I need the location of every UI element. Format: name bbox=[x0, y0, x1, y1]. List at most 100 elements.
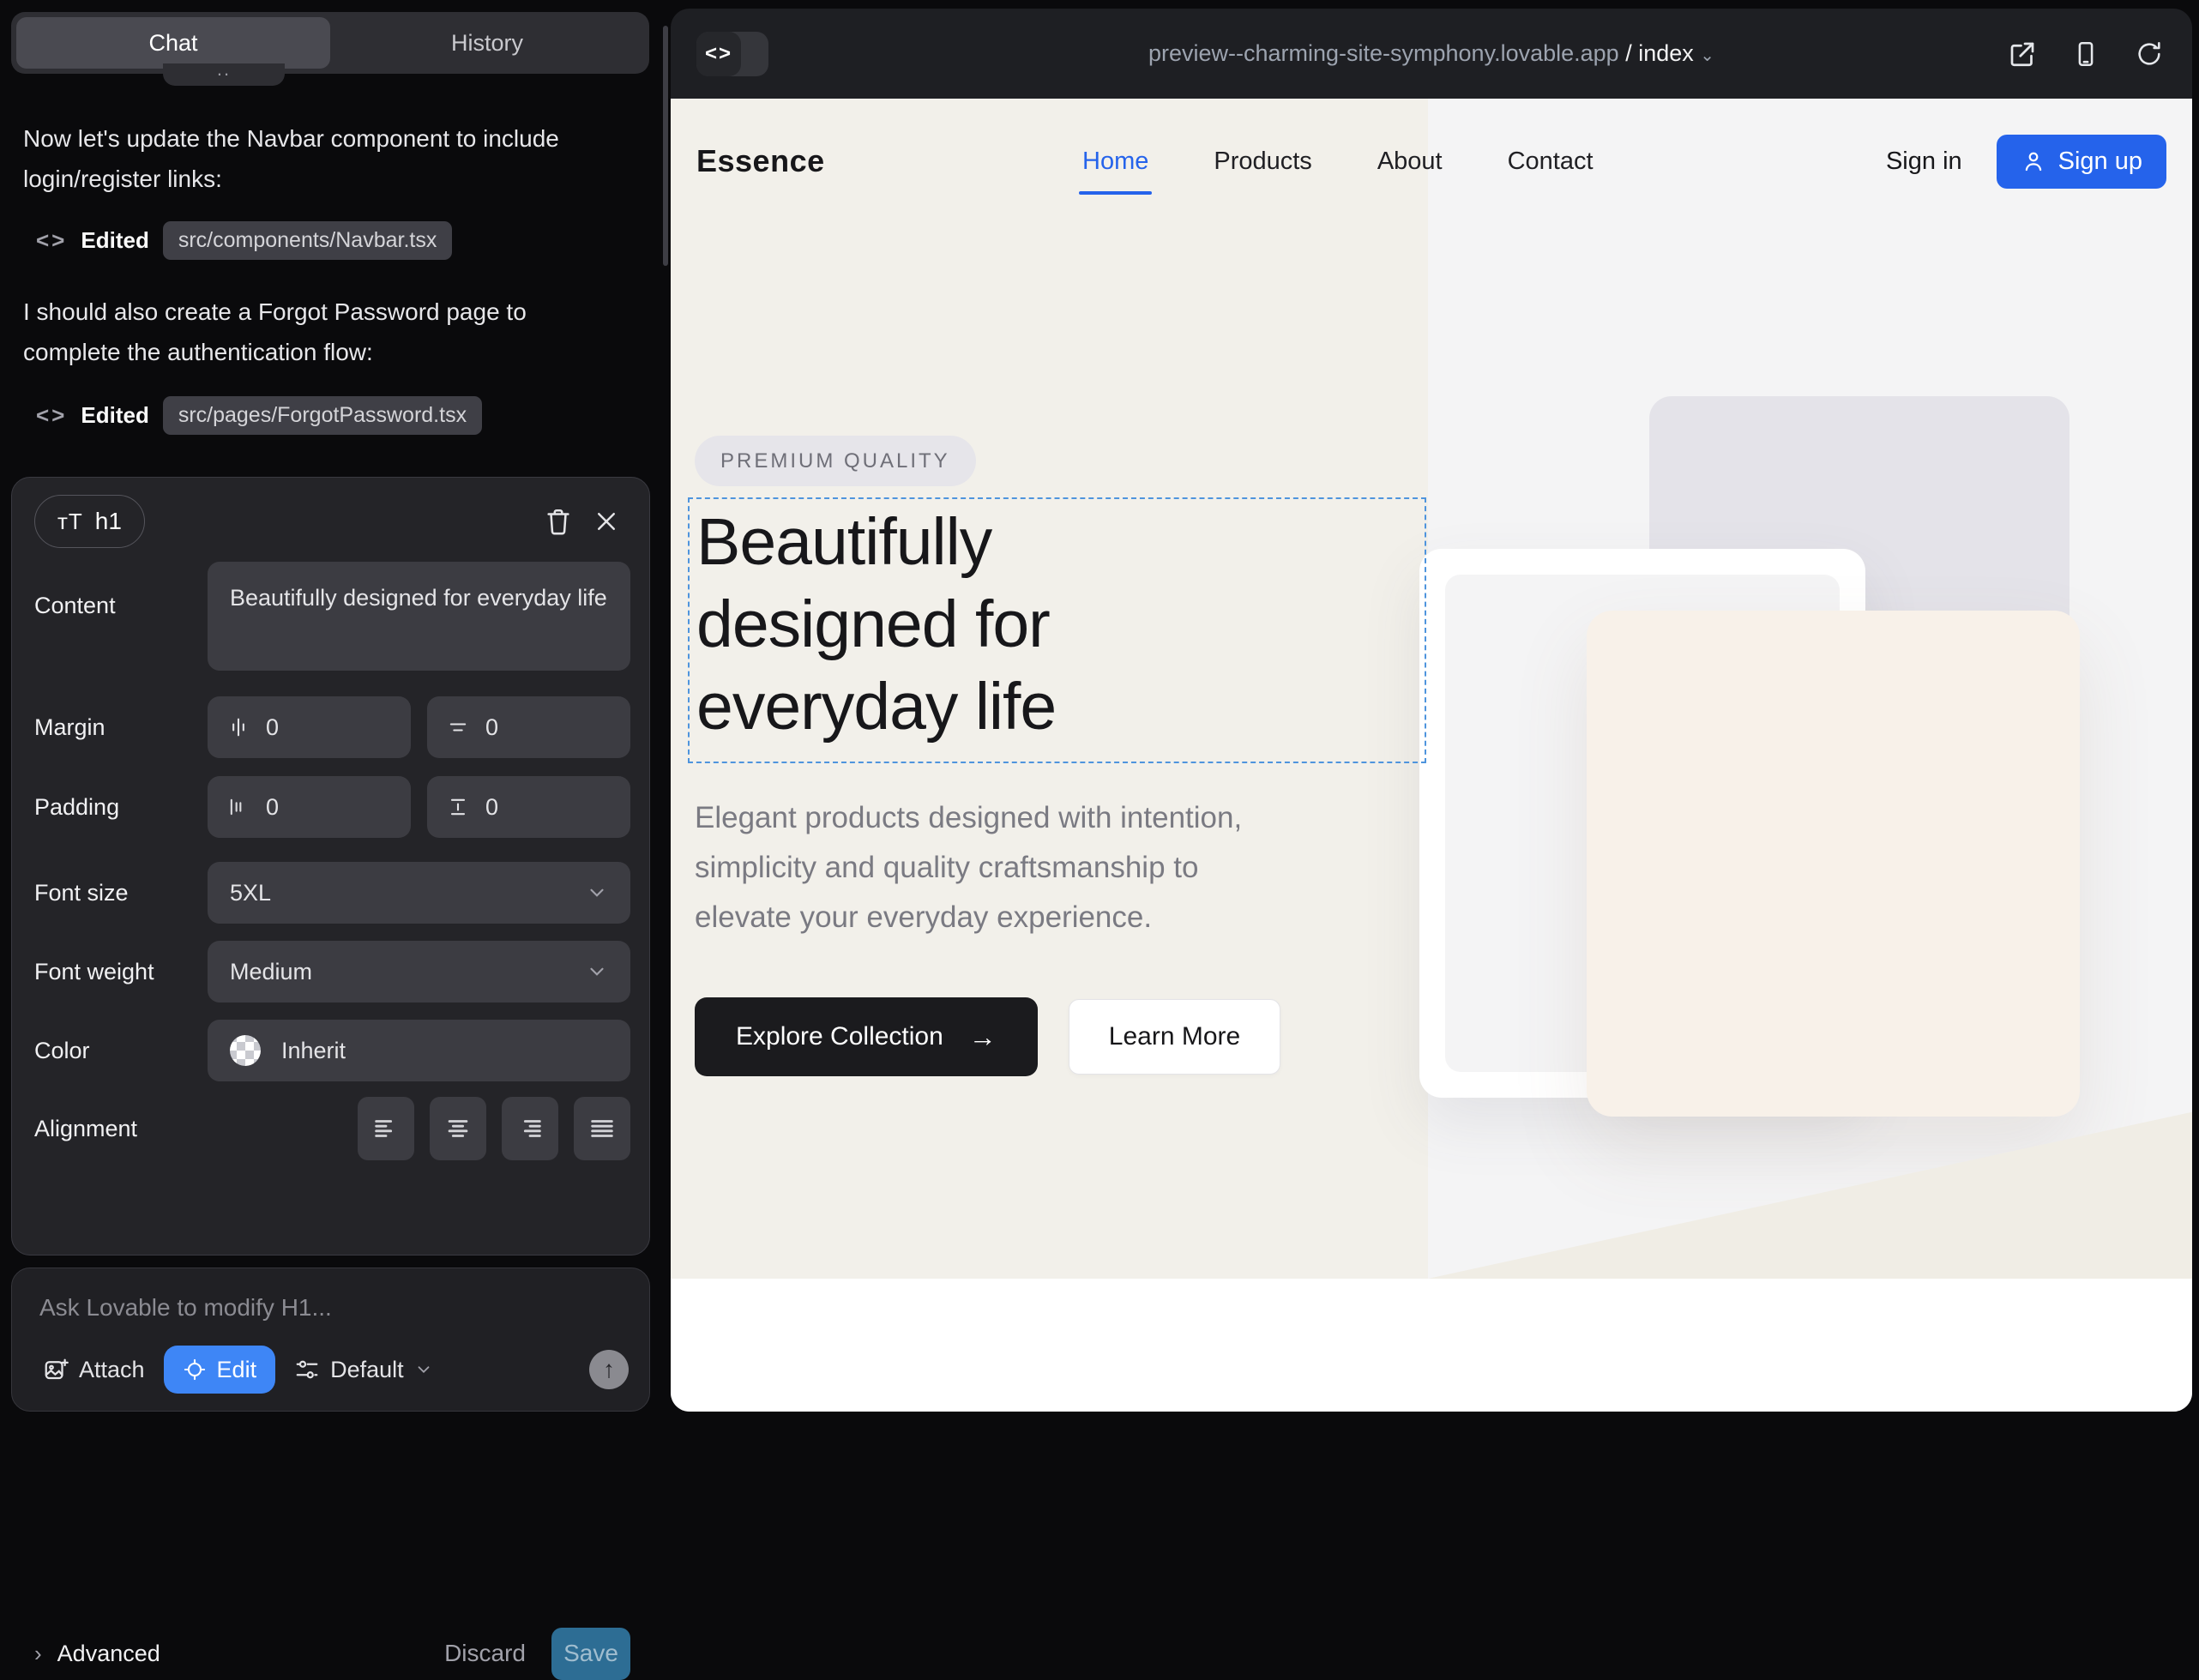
chat-sidebar: Chat History .. Now let's update the Nav… bbox=[0, 0, 671, 1417]
refresh-icon bbox=[2135, 39, 2164, 69]
code-icon: <> bbox=[36, 402, 67, 429]
align-center-button[interactable] bbox=[430, 1097, 486, 1160]
font-size-label: Font size bbox=[34, 880, 208, 906]
refresh-button[interactable] bbox=[2132, 37, 2166, 71]
close-panel-button[interactable] bbox=[582, 497, 630, 545]
decor-wedge bbox=[1428, 1093, 2192, 1279]
chevron-right-icon: › bbox=[34, 1641, 42, 1667]
user-icon bbox=[2021, 148, 2046, 174]
font-weight-label: Font weight bbox=[34, 959, 208, 985]
preview-toolbar: <> preview--charming-site-symphony.lovab… bbox=[671, 9, 2192, 99]
content-label: Content bbox=[34, 562, 208, 619]
next-section bbox=[671, 1279, 2192, 1412]
align-center-icon bbox=[443, 1114, 473, 1143]
external-link-icon bbox=[2007, 39, 2038, 69]
mode-selector[interactable]: Default bbox=[287, 1357, 440, 1383]
composer-input[interactable]: Ask Lovable to modify H1... bbox=[39, 1294, 622, 1322]
chat-history-tabbar: Chat History bbox=[11, 12, 649, 74]
h1-selection-outline[interactable]: Beautifully designed for everyday life bbox=[688, 497, 1426, 763]
chevron-down-icon bbox=[586, 960, 608, 983]
advanced-toggle[interactable]: › Advanced bbox=[34, 1641, 160, 1667]
preview-browser: <> preview--charming-site-symphony.lovab… bbox=[671, 9, 2192, 1412]
padding-label: Padding bbox=[34, 794, 208, 821]
explore-collection-button[interactable]: Explore Collection → bbox=[695, 997, 1038, 1076]
delete-element-button[interactable] bbox=[534, 497, 582, 545]
align-left-button[interactable] bbox=[358, 1097, 414, 1160]
color-label: Color bbox=[34, 1038, 208, 1064]
hero-heading[interactable]: Beautifully designed for everyday life bbox=[696, 501, 1056, 748]
element-editor-panel: тT h1 Content Beautifully designed for e… bbox=[11, 477, 650, 1255]
edited-label: Edited bbox=[81, 227, 148, 254]
site-canvas: Essence Home Products About Contact Sign… bbox=[671, 99, 2192, 1412]
save-button[interactable]: Save bbox=[551, 1628, 630, 1680]
url-page[interactable]: index bbox=[1638, 40, 1694, 66]
site-logo[interactable]: Essence bbox=[696, 143, 825, 179]
truncated-chip: .. bbox=[163, 63, 285, 86]
attach-button[interactable]: Attach bbox=[36, 1357, 152, 1383]
align-justify-button[interactable] bbox=[574, 1097, 630, 1160]
site-navbar: Essence Home Products About Contact Sign… bbox=[671, 99, 2192, 224]
padding-x-input[interactable]: 0 bbox=[208, 776, 411, 838]
tab-history[interactable]: History bbox=[330, 17, 644, 69]
chevron-down-icon bbox=[414, 1360, 433, 1379]
margin-x-input[interactable]: 0 bbox=[208, 696, 411, 758]
open-external-button[interactable] bbox=[2005, 37, 2039, 71]
premium-quality-badge: PREMIUM QUALITY bbox=[695, 436, 976, 486]
margin-y-input[interactable]: 0 bbox=[427, 696, 630, 758]
file-chip[interactable]: src/pages/ForgotPassword.tsx bbox=[163, 396, 482, 435]
chevron-down-icon[interactable]: ⌄ bbox=[1700, 46, 1714, 65]
tab-chat[interactable]: Chat bbox=[16, 17, 330, 69]
chat-message: I should also create a Forgot Password p… bbox=[23, 292, 628, 372]
code-preview-toggle[interactable]: <> bbox=[696, 32, 768, 76]
sign-up-button[interactable]: Sign up bbox=[1997, 135, 2166, 189]
nav-link-home[interactable]: Home bbox=[1082, 148, 1148, 176]
mobile-view-button[interactable] bbox=[2069, 37, 2103, 71]
edit-mode-button[interactable]: Edit bbox=[164, 1346, 276, 1394]
url-bar: preview--charming-site-symphony.lovable.… bbox=[671, 40, 2192, 67]
align-justify-icon bbox=[587, 1114, 617, 1143]
nav-link-products[interactable]: Products bbox=[1214, 148, 1311, 176]
edited-file-row: <> Edited src/components/Navbar.tsx bbox=[36, 221, 452, 260]
edited-label: Edited bbox=[81, 402, 148, 429]
alignment-label: Alignment bbox=[34, 1116, 208, 1142]
padding-vertical-icon bbox=[446, 795, 470, 819]
chat-message: Now let's update the Navbar component to… bbox=[23, 118, 628, 199]
smartphone-icon bbox=[2071, 39, 2100, 69]
sign-in-link[interactable]: Sign in bbox=[1886, 148, 1962, 176]
trash-icon bbox=[544, 507, 573, 536]
chevron-down-icon bbox=[586, 882, 608, 904]
discard-button[interactable]: Discard bbox=[419, 1640, 551, 1667]
nav-link-contact[interactable]: Contact bbox=[1508, 148, 1594, 176]
arrow-right-icon: → bbox=[969, 1021, 997, 1053]
margin-horizontal-icon bbox=[226, 715, 250, 739]
file-chip[interactable]: src/components/Navbar.tsx bbox=[163, 221, 453, 260]
font-size-select[interactable]: 5XL bbox=[208, 862, 630, 924]
align-right-icon bbox=[515, 1114, 545, 1143]
element-tag: h1 bbox=[95, 508, 122, 535]
edited-file-row: <> Edited src/pages/ForgotPassword.tsx bbox=[36, 396, 482, 435]
attach-image-icon bbox=[43, 1357, 69, 1382]
color-select[interactable]: Inherit bbox=[208, 1020, 630, 1081]
close-icon bbox=[593, 509, 619, 534]
content-input[interactable]: Beautifully designed for everyday life bbox=[208, 562, 630, 671]
learn-more-button[interactable]: Learn More bbox=[1069, 999, 1280, 1075]
target-icon bbox=[183, 1358, 207, 1382]
align-right-button[interactable] bbox=[502, 1097, 558, 1160]
url-host[interactable]: preview--charming-site-symphony.lovable.… bbox=[1148, 40, 1619, 66]
hero-description: Elegant products designed with intention… bbox=[695, 793, 1242, 942]
code-toggle-icon: <> bbox=[696, 32, 741, 76]
typography-icon: тT bbox=[57, 509, 83, 535]
margin-label: Margin bbox=[34, 714, 208, 741]
sliders-icon bbox=[294, 1357, 320, 1382]
chat-scrollbar[interactable] bbox=[663, 26, 668, 266]
padding-y-input[interactable]: 0 bbox=[427, 776, 630, 838]
font-weight-select[interactable]: Medium bbox=[208, 941, 630, 1003]
composer-panel: Ask Lovable to modify H1... Attach Edit … bbox=[11, 1268, 650, 1412]
padding-horizontal-icon bbox=[226, 795, 250, 819]
selected-element-pill[interactable]: тT h1 bbox=[34, 495, 145, 548]
color-swatch bbox=[230, 1035, 261, 1066]
margin-vertical-icon bbox=[446, 715, 470, 739]
send-button[interactable]: ↑ bbox=[589, 1350, 629, 1389]
nav-link-about[interactable]: About bbox=[1377, 148, 1443, 176]
decor-card-cream bbox=[1587, 611, 2080, 1117]
